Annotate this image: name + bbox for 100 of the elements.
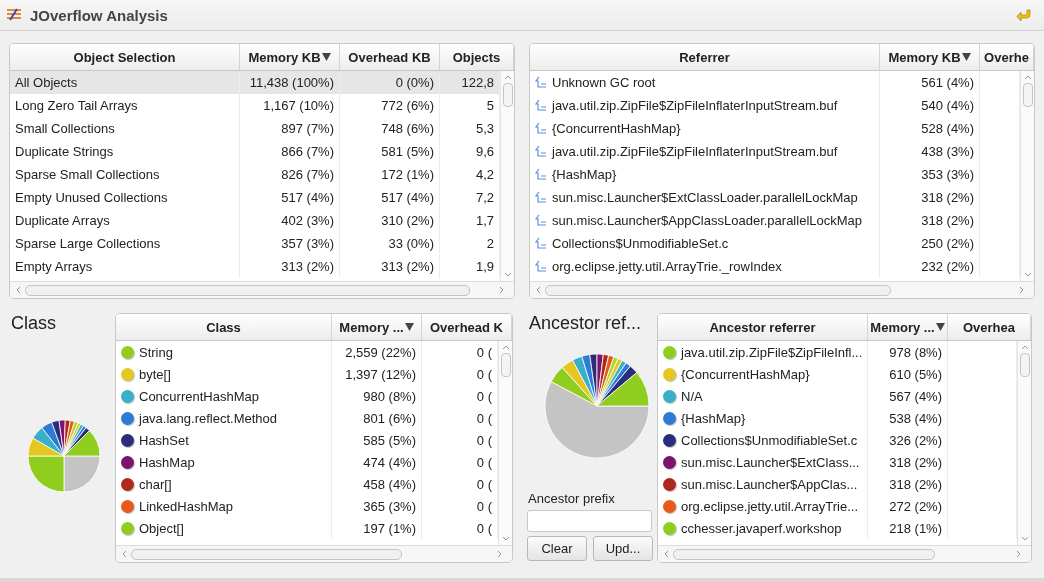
ancestor-prefix-field[interactable] <box>527 510 652 532</box>
table-cell: 313 (2%) <box>240 255 340 278</box>
horizontal-scrollbar[interactable] <box>116 545 512 562</box>
table-cell: {HashMap} <box>681 410 746 426</box>
vertical-scrollbar[interactable] <box>1017 341 1031 545</box>
scroll-left-icon[interactable] <box>662 549 670 559</box>
table-cell: 826 (7%) <box>240 163 340 186</box>
table-cell: 538 (4%) <box>868 407 948 429</box>
scroll-right-icon[interactable] <box>496 549 504 559</box>
table-cell: 528 (4%) <box>880 117 980 140</box>
table-cell: 772 (6%) <box>340 94 440 117</box>
column-header[interactable]: Overhe <box>980 44 1034 70</box>
table-cell: 1,397 (12%) <box>332 363 422 385</box>
table-cell: 402 (3%) <box>240 209 340 232</box>
scroll-thumb[interactable] <box>1019 353 1030 377</box>
table-cell: N/A <box>681 388 703 404</box>
scroll-left-icon[interactable] <box>120 549 128 559</box>
table-cell: Duplicate Arrays <box>15 213 110 228</box>
horizontal-scrollbar[interactable] <box>10 281 514 298</box>
referrer-icon <box>535 168 547 181</box>
referrer-icon <box>535 76 547 89</box>
scroll-left-icon[interactable] <box>534 285 542 295</box>
scroll-thumb[interactable] <box>502 83 513 107</box>
table-cell: Empty Unused Collections <box>15 190 168 205</box>
table-cell: All Objects <box>15 75 78 90</box>
table-cell: org.eclipse.jetty.util.ArrayTrie._rowIndex <box>552 259 782 274</box>
table-cell: sun.misc.Launcher$AppClas... <box>681 476 858 492</box>
table-cell: 11,438 (100%) <box>240 71 340 94</box>
table-cell: 980 (8%) <box>332 385 422 407</box>
vertical-scrollbar[interactable] <box>500 71 514 281</box>
scroll-down-icon[interactable] <box>502 271 513 279</box>
scroll-right-icon[interactable] <box>1015 549 1023 559</box>
scroll-up-icon[interactable] <box>502 73 513 81</box>
table-cell: 474 (4%) <box>332 451 422 473</box>
table-cell: 0 (0%) <box>340 71 440 94</box>
action-button[interactable]: Upd... <box>593 536 653 561</box>
table-cell: {HashMap} <box>552 167 617 182</box>
table-cell: 581 (5%) <box>340 140 440 163</box>
table-cell: {ConcurrentHashMap} <box>552 121 681 136</box>
vertical-scrollbar[interactable] <box>498 341 512 545</box>
app-icon <box>6 8 22 22</box>
column-header[interactable]: Overhea <box>948 314 1031 340</box>
column-header[interactable]: Overhead KB <box>340 44 440 70</box>
referrer-icon <box>535 214 547 227</box>
back-arrow-icon[interactable] <box>1016 8 1032 22</box>
column-header[interactable]: Overhead K <box>422 314 512 340</box>
table-row[interactable]: All Objects 11,438 (100%) 0 (0%) 122,8 <box>10 71 500 94</box>
referrer-icon <box>535 260 547 273</box>
scroll-up-icon[interactable] <box>1022 73 1033 81</box>
referrer-icon <box>535 99 547 112</box>
column-header[interactable]: Ancestor referrer <box>658 314 868 340</box>
scroll-thumb[interactable] <box>673 548 935 560</box>
table-cell: sun.misc.Launcher$AppClassLoader.parallelLockMap <box>552 213 862 228</box>
column-header[interactable]: Object Selection <box>10 44 240 70</box>
scroll-thumb[interactable] <box>545 284 892 296</box>
table-cell: org.eclipse.jetty.util.ArrayTrie... <box>681 498 858 514</box>
column-header[interactable]: Class <box>116 314 332 340</box>
table-cell: 866 (7%) <box>240 140 340 163</box>
action-button[interactable]: Clear <box>527 536 587 561</box>
table-cell: java.lang.reflect.Method <box>139 410 278 426</box>
table-cell: sun.misc.Launcher$ExtClass... <box>681 454 860 470</box>
scroll-thumb[interactable] <box>1022 83 1033 107</box>
scroll-right-icon[interactable] <box>498 285 506 295</box>
column-header[interactable]: Memory KB <box>240 44 340 70</box>
scroll-thumb[interactable] <box>131 548 402 560</box>
column-header[interactable]: Referrer <box>530 44 880 70</box>
table-cell: Long Zero Tail Arrays <box>15 98 138 113</box>
column-header[interactable]: Memory ... <box>332 314 422 340</box>
table-cell: 353 (3%) <box>880 163 980 186</box>
section-title: Ancestor ref... <box>529 313 643 334</box>
table-cell: char[] <box>139 476 172 492</box>
table-cell: cchesser.javaperf.workshop <box>681 520 842 536</box>
scroll-up-icon[interactable] <box>500 343 511 351</box>
table-cell: Object[] <box>139 520 184 536</box>
scroll-thumb[interactable] <box>25 284 470 296</box>
table-cell: ConcurrentHashMap <box>139 388 259 404</box>
table-cell: 517 (4%) <box>340 186 440 209</box>
table-cell: LinkedHashMap <box>139 498 233 514</box>
column-header[interactable]: Memory ... <box>868 314 948 340</box>
table-cell: 172 (1%) <box>340 163 440 186</box>
scroll-down-icon[interactable] <box>1019 535 1030 543</box>
scroll-down-icon[interactable] <box>1022 271 1033 279</box>
table-cell: java.util.zip.ZipFile$ZipFileInflaterInputStream.buf <box>552 98 838 113</box>
table-cell: 318 (2%) <box>868 473 948 495</box>
column-header[interactable]: Objects <box>440 44 514 70</box>
horizontal-scrollbar[interactable] <box>530 281 1034 298</box>
table-cell: 610 (5%) <box>868 363 948 385</box>
table-cell: 978 (8%) <box>868 341 948 363</box>
scroll-thumb[interactable] <box>500 353 511 377</box>
table-cell: 585 (5%) <box>332 429 422 451</box>
horizontal-scrollbar[interactable] <box>658 545 1031 562</box>
field-label: Ancestor prefix <box>528 491 616 506</box>
column-header[interactable]: Memory KB <box>880 44 980 70</box>
scroll-up-icon[interactable] <box>1019 343 1030 351</box>
scroll-right-icon[interactable] <box>1018 285 1026 295</box>
vertical-scrollbar[interactable] <box>1020 71 1034 281</box>
table-cell: HashSet <box>139 432 189 448</box>
scroll-down-icon[interactable] <box>500 535 511 543</box>
scroll-left-icon[interactable] <box>14 285 22 295</box>
table-cell: 458 (4%) <box>332 473 422 495</box>
